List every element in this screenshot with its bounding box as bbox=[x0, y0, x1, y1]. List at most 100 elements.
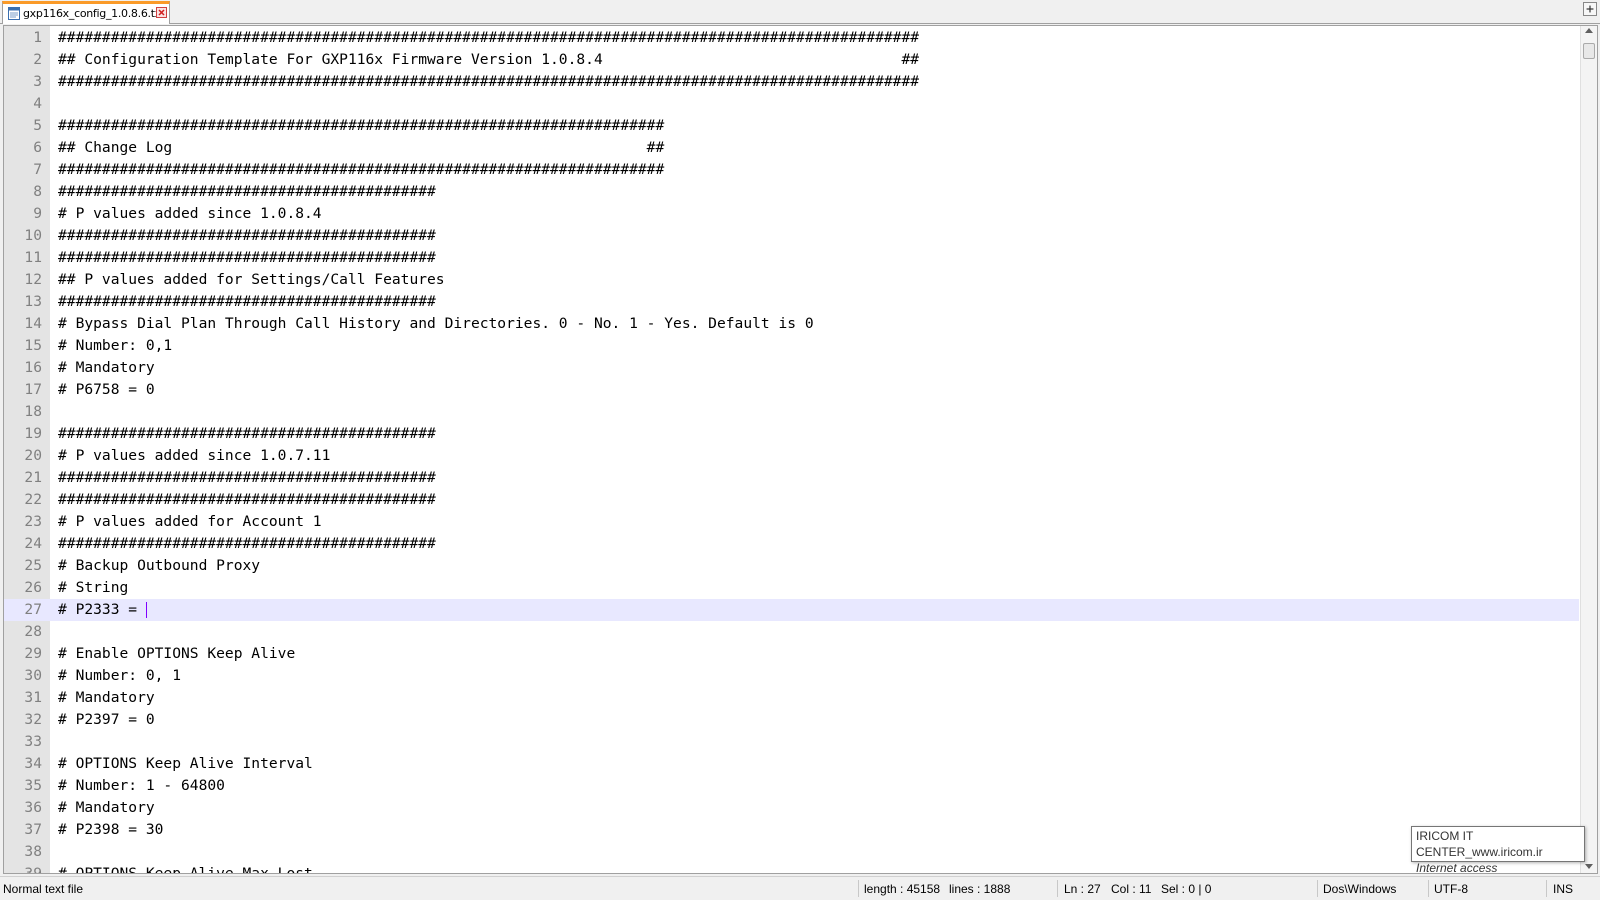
line-number: 16 bbox=[24, 359, 42, 376]
editor-line[interactable]: 9 # P values added since 1.0.8.4 bbox=[4, 203, 1579, 225]
line-text[interactable]: ########################################… bbox=[58, 467, 436, 489]
editor-line[interactable]: 27 # P2333 = bbox=[4, 599, 1579, 621]
line-text[interactable]: ## P values added for Settings/Call Feat… bbox=[58, 269, 445, 291]
editor-line[interactable]: 39 # OPTIONS Keep Alive Max Lost bbox=[4, 863, 1579, 874]
editor-line[interactable]: 18 bbox=[4, 401, 1579, 423]
line-number: 15 bbox=[24, 337, 42, 354]
editor-line[interactable]: 6 ## Change Log ## bbox=[4, 137, 1579, 159]
line-number: 23 bbox=[24, 513, 42, 530]
line-text[interactable]: # P values added for Account 1 bbox=[58, 511, 322, 533]
editor-line[interactable]: 38 bbox=[4, 841, 1579, 863]
editor-line[interactable]: 28 bbox=[4, 621, 1579, 643]
line-number: 30 bbox=[24, 667, 42, 684]
tab-filename: gxp116x_config_1.0.8.6.txt bbox=[23, 7, 165, 20]
line-text[interactable]: # P values added since 1.0.7.11 bbox=[58, 445, 330, 467]
line-text[interactable]: # Number: 0,1 bbox=[58, 335, 172, 357]
editor-line[interactable]: 35 # Number: 1 - 64800 bbox=[4, 775, 1579, 797]
editor-line[interactable]: 16 # Mandatory bbox=[4, 357, 1579, 379]
editor-line[interactable]: 29 # Enable OPTIONS Keep Alive bbox=[4, 643, 1579, 665]
line-text[interactable]: # Enable OPTIONS Keep Alive bbox=[58, 643, 295, 665]
text-cursor bbox=[146, 602, 147, 618]
close-icon[interactable] bbox=[156, 7, 167, 18]
line-text[interactable]: # P2333 = bbox=[58, 599, 146, 621]
line-text[interactable]: ########################################… bbox=[58, 181, 436, 203]
scroll-up-icon[interactable] bbox=[1585, 28, 1593, 33]
vertical-scrollbar[interactable] bbox=[1580, 26, 1597, 873]
status-encoding: UTF-8 bbox=[1434, 882, 1468, 896]
line-text[interactable]: # Mandatory bbox=[58, 687, 155, 709]
editor-line[interactable]: 2 ## Configuration Template For GXP116x F… bbox=[4, 49, 1579, 71]
status-file-type: Normal text file bbox=[3, 882, 84, 896]
status-lines: lines : 1888 bbox=[949, 882, 1011, 896]
line-number: 27 bbox=[24, 601, 42, 618]
line-text[interactable]: ## Change Log ## bbox=[58, 137, 664, 159]
scrollbar-thumb[interactable] bbox=[1583, 43, 1595, 59]
editor-line[interactable]: 33 bbox=[4, 731, 1579, 753]
file-tab[interactable]: gxp116x_config_1.0.8.6.txt bbox=[2, 1, 170, 24]
editor-line[interactable]: 13 ######################################… bbox=[4, 291, 1579, 313]
scroll-down-icon[interactable] bbox=[1585, 864, 1593, 869]
editor-line[interactable]: 25 # Backup Outbound Proxy bbox=[4, 555, 1579, 577]
line-text[interactable]: # Number: 1 - 64800 bbox=[58, 775, 225, 797]
line-number: 22 bbox=[24, 491, 42, 508]
line-text[interactable]: # P6758 = 0 bbox=[58, 379, 155, 401]
editor-line[interactable]: 26 # String bbox=[4, 577, 1579, 599]
editor-line[interactable]: 11 ######################################… bbox=[4, 247, 1579, 269]
line-text[interactable]: # String bbox=[58, 577, 128, 599]
editor-line[interactable]: 37 # P2398 = 30 bbox=[4, 819, 1579, 841]
line-text[interactable]: # OPTIONS Keep Alive Max Lost bbox=[58, 863, 313, 873]
line-text[interactable]: # OPTIONS Keep Alive Interval bbox=[58, 753, 313, 775]
editor-line[interactable]: 4 bbox=[4, 93, 1579, 115]
editor-line[interactable]: 36 # Mandatory bbox=[4, 797, 1579, 819]
line-number: 20 bbox=[24, 447, 42, 464]
editor-line[interactable]: 1 #######################################… bbox=[4, 27, 1579, 49]
line-text[interactable]: ########################################… bbox=[58, 291, 436, 313]
editor-line[interactable]: 30 # Number: 0, 1 bbox=[4, 665, 1579, 687]
line-text[interactable]: # P2397 = 0 bbox=[58, 709, 155, 731]
line-text[interactable]: ########################################… bbox=[58, 115, 664, 137]
editor-line[interactable]: 32 # P2397 = 0 bbox=[4, 709, 1579, 731]
line-text[interactable]: # Number: 0, 1 bbox=[58, 665, 181, 687]
editor-line[interactable]: 7 #######################################… bbox=[4, 159, 1579, 181]
line-text[interactable]: # Backup Outbound Proxy bbox=[58, 555, 260, 577]
line-text[interactable]: # Bypass Dial Plan Through Call History … bbox=[58, 313, 814, 335]
line-text[interactable]: # Mandatory bbox=[58, 357, 155, 379]
line-number: 33 bbox=[24, 733, 42, 750]
editor-line[interactable]: 17 # P6758 = 0 bbox=[4, 379, 1579, 401]
editor-line[interactable]: 12 ## P values added for Settings/Call Fe… bbox=[4, 269, 1579, 291]
editor-line[interactable]: 20 # P values added since 1.0.7.11 bbox=[4, 445, 1579, 467]
editor-line[interactable]: 14 # Bypass Dial Plan Through Call Histor… bbox=[4, 313, 1579, 335]
line-number: 39 bbox=[24, 865, 42, 874]
editor-line[interactable]: 10 ######################################… bbox=[4, 225, 1579, 247]
line-text[interactable]: # Mandatory bbox=[58, 797, 155, 819]
editor-line[interactable]: 31 # Mandatory bbox=[4, 687, 1579, 709]
editor-line[interactable]: 34 # OPTIONS Keep Alive Interval bbox=[4, 753, 1579, 775]
line-text[interactable]: # P2398 = 30 bbox=[58, 819, 163, 841]
editor-line[interactable]: 21 ######################################… bbox=[4, 467, 1579, 489]
line-number: 35 bbox=[24, 777, 42, 794]
line-text[interactable]: ########################################… bbox=[58, 533, 436, 555]
line-number: 3 bbox=[33, 73, 42, 90]
status-mode: INS bbox=[1553, 882, 1574, 896]
line-text[interactable]: # P values added since 1.0.8.4 bbox=[58, 203, 322, 225]
line-text[interactable]: ## Configuration Template For GXP116x Fi… bbox=[58, 49, 919, 71]
editor-line[interactable]: 8 #######################################… bbox=[4, 181, 1579, 203]
text-editor[interactable]: 1 #######################################… bbox=[3, 25, 1598, 874]
line-text[interactable]: ########################################… bbox=[58, 71, 919, 93]
line-text[interactable]: ########################################… bbox=[58, 247, 436, 269]
line-text[interactable]: ########################################… bbox=[58, 27, 919, 49]
editor-line[interactable]: 5 #######################################… bbox=[4, 115, 1579, 137]
line-number: 17 bbox=[24, 381, 42, 398]
line-text[interactable]: ########################################… bbox=[58, 489, 436, 511]
editor-line[interactable]: 23 # P values added for Account 1 bbox=[4, 511, 1579, 533]
line-text[interactable]: ########################################… bbox=[58, 225, 436, 247]
editor-line[interactable]: 15 # Number: 0,1 bbox=[4, 335, 1579, 357]
new-tab-icon[interactable] bbox=[1583, 2, 1597, 16]
line-text[interactable]: ########################################… bbox=[58, 423, 436, 445]
editor-line[interactable]: 22 ######################################… bbox=[4, 489, 1579, 511]
line-text[interactable]: ########################################… bbox=[58, 159, 664, 181]
editor-line[interactable]: 19 ######################################… bbox=[4, 423, 1579, 445]
editor-line[interactable]: 3 #######################################… bbox=[4, 71, 1579, 93]
editor-line[interactable]: 24 ######################################… bbox=[4, 533, 1579, 555]
line-number: 37 bbox=[24, 821, 42, 838]
